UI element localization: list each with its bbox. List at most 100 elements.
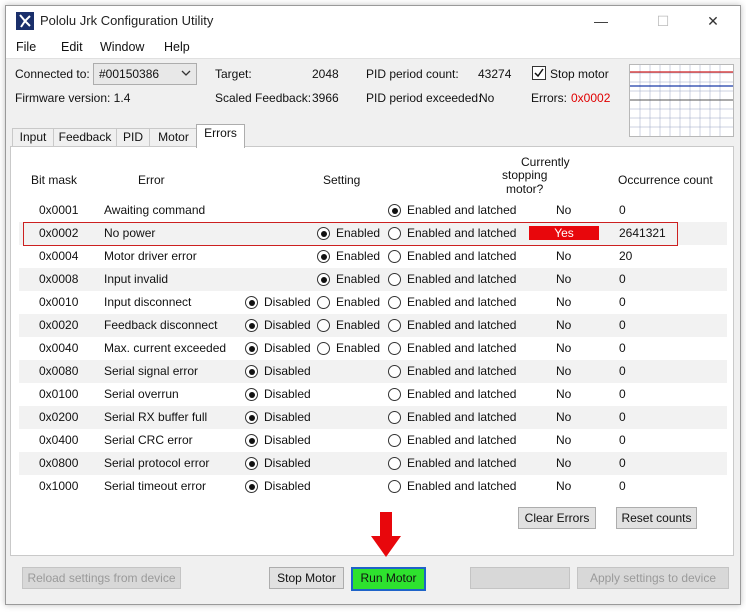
radio-latched[interactable]	[388, 457, 401, 470]
blank-button[interactable]	[470, 567, 570, 589]
radio-enabled[interactable]	[317, 250, 330, 263]
radio-latched-label[interactable]: Enabled and latched	[407, 295, 516, 309]
radio-disabled-label[interactable]: Disabled	[264, 295, 311, 309]
radio-enabled-label[interactable]: Enabled	[336, 295, 380, 309]
header-count: Occurrence count	[618, 173, 713, 187]
radio-latched-label[interactable]: Enabled and latched	[407, 272, 516, 286]
table-row: 0x0400 Serial CRC error Disabled Enabled an…	[19, 429, 727, 452]
radio-disabled-label[interactable]: Disabled	[264, 387, 311, 401]
menu-window[interactable]: Window	[100, 40, 144, 54]
maximize-icon[interactable]: ☐	[640, 6, 686, 36]
radio-disabled[interactable]	[245, 365, 258, 378]
stop-motor-button[interactable]: Stop Motor	[269, 567, 344, 589]
radio-latched-label[interactable]: Enabled and latched	[407, 456, 516, 470]
radio-latched-label[interactable]: Enabled and latched	[407, 410, 516, 424]
stopping-motor-cell: No	[556, 364, 572, 378]
bitmask-cell: 0x0010	[39, 295, 79, 309]
reset-counts-button[interactable]: Reset counts	[616, 507, 697, 529]
error-name-cell: Awaiting command	[104, 203, 206, 217]
menu-edit[interactable]: Edit	[61, 40, 83, 54]
radio-latched-label[interactable]: Enabled and latched	[407, 387, 516, 401]
reload-settings-button[interactable]: Reload settings from device	[22, 567, 181, 589]
radio-disabled[interactable]	[245, 457, 258, 470]
radio-disabled[interactable]	[245, 342, 258, 355]
radio-disabled[interactable]	[245, 388, 258, 401]
radio-disabled-label[interactable]: Disabled	[264, 410, 311, 424]
radio-latched-label[interactable]: Enabled and latched	[407, 479, 516, 493]
tab-motor[interactable]: Motor	[149, 128, 198, 147]
apply-settings-button[interactable]: Apply settings to device	[577, 567, 729, 589]
occurrence-count-cell: 0	[619, 387, 626, 401]
radio-latched[interactable]	[388, 204, 401, 217]
graph-preview[interactable]	[629, 64, 734, 137]
errors-value: 0x0002	[571, 91, 611, 105]
radio-latched[interactable]	[388, 365, 401, 378]
occurrence-count-cell: 20	[619, 249, 633, 263]
no-power-highlight	[23, 222, 678, 246]
radio-latched[interactable]	[388, 296, 401, 309]
radio-disabled-label[interactable]: Disabled	[264, 318, 311, 332]
radio-latched[interactable]	[388, 319, 401, 332]
tab-errors[interactable]: Errors	[196, 124, 245, 148]
tab-pid[interactable]: PID	[116, 128, 150, 147]
radio-enabled[interactable]	[317, 342, 330, 355]
radio-enabled-label[interactable]: Enabled	[336, 272, 380, 286]
radio-latched[interactable]	[388, 480, 401, 493]
radio-enabled[interactable]	[317, 273, 330, 286]
radio-enabled-label[interactable]: Enabled	[336, 249, 380, 263]
stop-motor-checkbox[interactable]	[532, 66, 546, 80]
radio-latched-label[interactable]: Enabled and latched	[407, 249, 516, 263]
menu-file[interactable]: File	[16, 40, 36, 54]
radio-enabled-label[interactable]: Enabled	[336, 341, 380, 355]
close-icon[interactable]: ✕	[690, 6, 736, 36]
radio-latched-label[interactable]: Enabled and latched	[407, 364, 516, 378]
run-motor-button[interactable]: Run Motor	[351, 567, 426, 591]
radio-disabled-label[interactable]: Disabled	[264, 456, 311, 470]
clear-errors-button[interactable]: Clear Errors	[518, 507, 596, 529]
error-name-cell: Serial protocol error	[104, 456, 210, 470]
radio-latched-label[interactable]: Enabled and latched	[407, 203, 516, 217]
radio-latched[interactable]	[388, 250, 401, 263]
menu-help[interactable]: Help	[164, 40, 190, 54]
radio-latched[interactable]	[388, 273, 401, 286]
radio-latched[interactable]	[388, 388, 401, 401]
radio-latched-label[interactable]: Enabled and latched	[407, 341, 516, 355]
header-stopping-line1: Currently	[521, 155, 570, 169]
pid-count-label: PID period count:	[366, 67, 459, 81]
radio-latched-label[interactable]: Enabled and latched	[407, 318, 516, 332]
radio-disabled-label[interactable]: Disabled	[264, 479, 311, 493]
table-row: 0x0004 Motor driver error Enabled Enabled a…	[19, 245, 727, 268]
title-bar: Pololu Jrk Configuration Utility — ☐ ✕	[6, 6, 740, 36]
error-name-cell: Serial timeout error	[104, 479, 207, 493]
radio-latched[interactable]	[388, 411, 401, 424]
radio-latched-label[interactable]: Enabled and latched	[407, 433, 516, 447]
radio-latched[interactable]	[388, 342, 401, 355]
radio-disabled[interactable]	[245, 296, 258, 309]
radio-disabled[interactable]	[245, 434, 258, 447]
minimize-icon[interactable]: —	[578, 6, 624, 36]
error-name-cell: Serial RX buffer full	[104, 410, 208, 424]
errors-label: Errors:	[531, 91, 567, 105]
chevron-down-icon	[180, 66, 192, 80]
radio-disabled-label[interactable]: Disabled	[264, 433, 311, 447]
bitmask-cell: 0x0040	[39, 341, 79, 355]
radio-latched[interactable]	[388, 434, 401, 447]
stopping-motor-cell: No	[556, 318, 572, 332]
radio-disabled[interactable]	[245, 480, 258, 493]
radio-disabled[interactable]	[245, 411, 258, 424]
error-name-cell: Serial signal error	[104, 364, 199, 378]
radio-disabled-label[interactable]: Disabled	[264, 341, 311, 355]
radio-enabled[interactable]	[317, 296, 330, 309]
stopping-motor-cell: No	[556, 295, 572, 309]
table-row: 0x0800 Serial protocol error Disabled Enabl…	[19, 452, 727, 475]
radio-disabled[interactable]	[245, 319, 258, 332]
radio-enabled-label[interactable]: Enabled	[336, 318, 380, 332]
firmware-label: Firmware version: 1.4	[15, 91, 131, 105]
error-name-cell: Serial CRC error	[104, 433, 193, 447]
radio-disabled-label[interactable]: Disabled	[264, 364, 311, 378]
table-row: 0x0008 Input invalid Enabled Enabled and la…	[19, 268, 727, 291]
radio-enabled[interactable]	[317, 319, 330, 332]
device-select[interactable]: #00150386	[93, 63, 197, 85]
tab-feedback[interactable]: Feedback	[53, 128, 117, 147]
tab-input[interactable]: Input	[12, 128, 54, 147]
